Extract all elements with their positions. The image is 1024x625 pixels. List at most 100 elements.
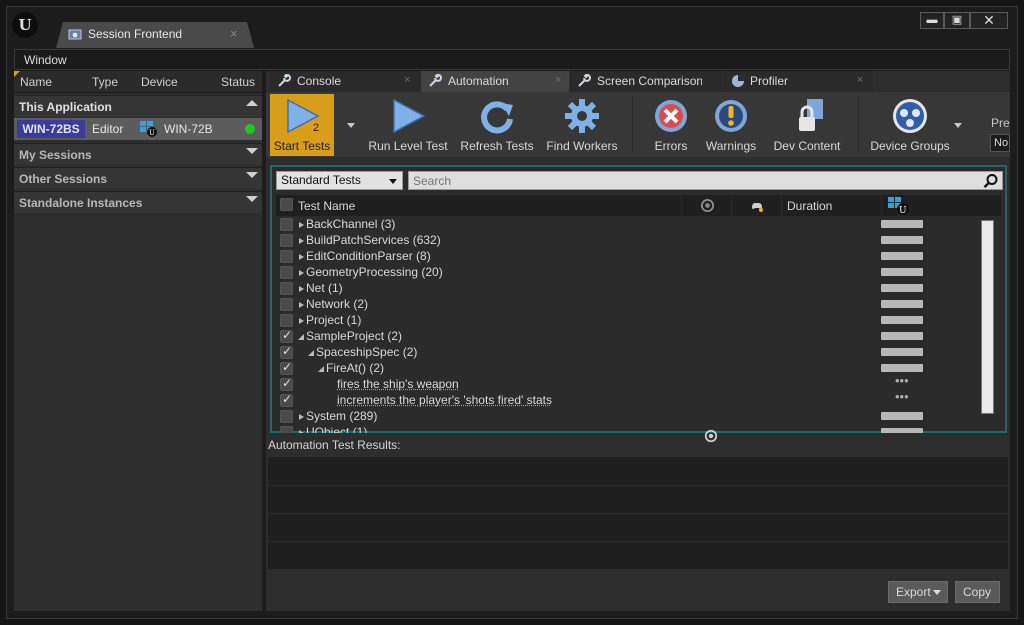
section-standalone-instances[interactable]: Standalone Instances [14, 191, 262, 213]
col-device[interactable]: Device [141, 75, 178, 89]
test-checkbox[interactable] [280, 360, 293, 375]
expanded-arrow-icon[interactable] [308, 350, 314, 356]
section-this-application[interactable]: This Application [14, 95, 262, 117]
warnings-toggle[interactable]: Warnings [702, 94, 760, 156]
results-output [268, 457, 1008, 569]
copy-button[interactable]: Copy [955, 581, 1000, 603]
collapsed-arrow-icon[interactable] [299, 318, 304, 324]
test-checkbox[interactable] [280, 298, 293, 311]
test-checkbox[interactable] [280, 234, 293, 247]
test-checkbox[interactable] [280, 250, 293, 263]
test-filter-select[interactable]: Standard Tests [276, 171, 403, 190]
expand-arrow-icon [246, 148, 258, 154]
section-my-sessions[interactable]: My Sessions [14, 143, 262, 165]
test-row[interactable]: fires the ship's weapon ••• [276, 373, 976, 393]
tab-close-icon[interactable]: × [555, 74, 561, 86]
test-row[interactable]: Network (2) [276, 297, 976, 313]
section-label: My Sessions [19, 148, 92, 162]
test-row[interactable]: EditConditionParser (8) [276, 249, 976, 265]
collapsed-arrow-icon[interactable] [299, 270, 304, 276]
export-button[interactable]: Export [888, 581, 948, 603]
session-device: WIN-72B [164, 122, 213, 136]
test-row[interactable]: BackChannel (3) [276, 217, 976, 233]
collapsed-arrow-icon[interactable] [299, 222, 304, 228]
test-row[interactable]: SampleProject (2) [276, 328, 976, 345]
collapsed-arrow-icon[interactable] [299, 254, 304, 260]
tab-automation[interactable]: Automation × [421, 71, 569, 92]
search-input[interactable] [408, 171, 1003, 190]
column-divider [781, 195, 782, 216]
collapsed-arrow-icon[interactable] [299, 238, 304, 244]
device-groups-button[interactable]: Device Groups [868, 94, 952, 156]
expanded-arrow-icon[interactable] [318, 366, 324, 372]
errors-toggle[interactable]: Errors [644, 94, 698, 156]
col-test-name[interactable]: Test Name [298, 199, 355, 213]
tab-close-icon[interactable]: × [230, 26, 238, 41]
test-checkbox[interactable] [280, 392, 293, 407]
section-label: This Application [19, 100, 112, 114]
test-rows: BackChannel (3) BuildPatchServices (632) E… [276, 217, 976, 433]
column-divider [731, 195, 732, 216]
test-checkbox[interactable] [280, 376, 293, 391]
test-checkbox[interactable] [280, 314, 293, 327]
collapsed-arrow-icon[interactable] [299, 430, 304, 433]
device-groups-dropdown-icon[interactable] [954, 123, 962, 128]
wrench-icon [278, 74, 291, 87]
tab-console[interactable]: Console × [270, 71, 420, 92]
collapsed-arrow-icon[interactable] [299, 414, 304, 420]
test-row[interactable]: System (289) [276, 409, 976, 425]
dev-content-toggle[interactable]: Dev Content [770, 94, 844, 156]
col-status[interactable]: Status [221, 75, 255, 89]
test-checkbox[interactable] [280, 218, 293, 231]
menu-window[interactable]: Window [24, 53, 67, 67]
toolbar-divider [632, 96, 633, 152]
collapsed-arrow-icon[interactable] [299, 302, 304, 308]
start-tests-button[interactable]: 2 Start Tests [270, 94, 334, 156]
run-level-test-button[interactable]: Run Level Test [366, 94, 450, 156]
minimize-button[interactable]: ▬ [920, 12, 944, 29]
tab-close-icon[interactable]: × [404, 74, 410, 86]
session-row[interactable]: WIN-72BS Editor U WIN-72B [14, 118, 262, 140]
tab-close-icon[interactable]: × [857, 74, 863, 86]
test-checkbox[interactable] [280, 282, 293, 295]
tab-profiler[interactable]: Profiler × [723, 71, 873, 92]
close-button[interactable]: ✕ [970, 12, 1008, 29]
test-checkbox[interactable] [280, 410, 293, 423]
test-checkbox[interactable] [280, 344, 293, 359]
test-checkbox[interactable] [280, 328, 293, 343]
presets-select[interactable]: No [990, 134, 1010, 152]
status-bar [881, 348, 923, 356]
results-row-divider [268, 541, 1008, 542]
refresh-tests-button[interactable]: Refresh Tests [456, 94, 538, 156]
test-checkbox[interactable] [280, 426, 293, 433]
test-row[interactable]: FireAt() (2) [276, 360, 976, 377]
col-name[interactable]: Name [20, 75, 52, 89]
find-workers-button[interactable]: Find Workers [542, 94, 622, 156]
collapsed-arrow-icon[interactable] [299, 286, 304, 292]
test-row[interactable]: Project (1) [276, 313, 976, 329]
col-duration[interactable]: Duration [787, 199, 832, 213]
section-other-sessions[interactable]: Other Sessions [14, 167, 262, 189]
maximize-button[interactable]: ▣ [944, 12, 970, 29]
session-frontend-tab[interactable]: Session Frontend × [56, 22, 254, 48]
test-row[interactable]: Net (1) [276, 281, 976, 297]
unreal-logo-icon: U [12, 12, 38, 38]
windows-platform-icon: U [888, 197, 909, 215]
status-bar [881, 364, 923, 372]
test-row[interactable]: UObject (1) [276, 425, 976, 433]
expanded-arrow-icon[interactable] [298, 334, 304, 340]
select-all-checkbox[interactable] [280, 198, 293, 211]
test-name: SpaceshipSpec (2) [316, 345, 418, 359]
vertical-scrollbar[interactable] [981, 220, 994, 414]
windows-platform-icon: U [140, 121, 157, 137]
search-icon[interactable] [983, 173, 999, 189]
test-row[interactable]: increments the player's 'shots fired' st… [276, 389, 976, 409]
test-row[interactable]: BuildPatchServices (632) [276, 233, 976, 249]
start-tests-dropdown-icon[interactable] [347, 123, 355, 128]
test-name: Project (1) [306, 313, 362, 327]
col-type[interactable]: Type [92, 75, 118, 89]
test-row[interactable]: SpaceshipSpec (2) [276, 344, 976, 361]
test-row[interactable]: GeometryProcessing (20) [276, 265, 976, 281]
tab-screen-comparison[interactable]: Screen Comparison [570, 71, 722, 92]
test-checkbox[interactable] [280, 266, 293, 279]
